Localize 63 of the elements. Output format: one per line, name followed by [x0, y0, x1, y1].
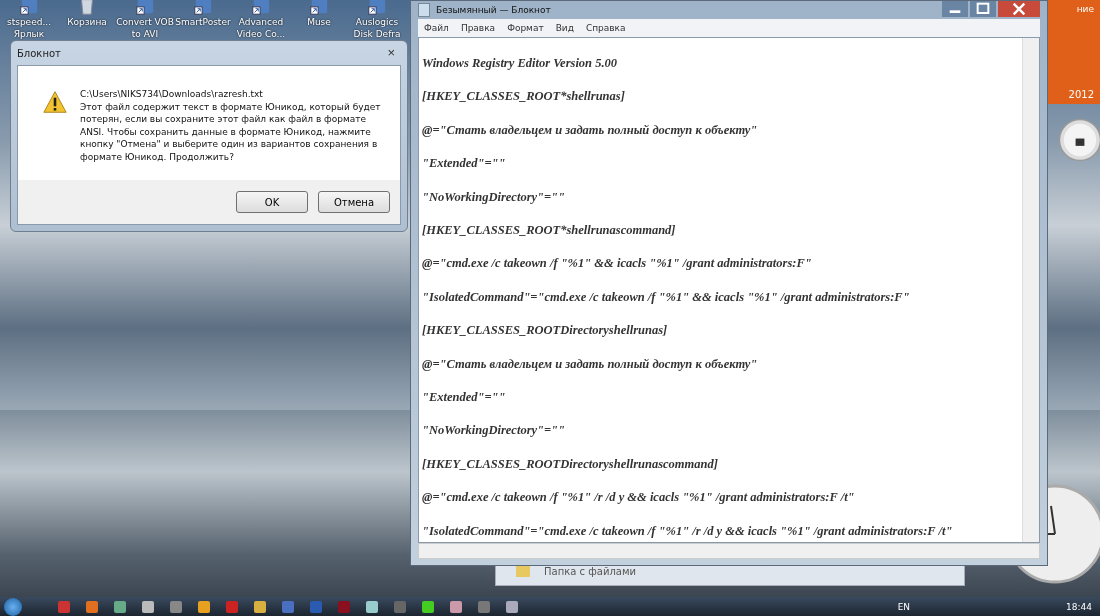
shortcut-icon[interactable]: [135, 0, 155, 16]
text-line: @="Стать владельцем и задать полный доступ к объекту": [422, 122, 759, 139]
menu-item[interactable]: Файл: [424, 23, 449, 33]
menu-item[interactable]: Справка: [585, 23, 626, 33]
text-line: @="Стать владельцем и задать полный доступ к объекту": [422, 356, 759, 373]
dialog-button[interactable]: OK: [236, 191, 308, 213]
app-icon[interactable]: [86, 600, 98, 613]
app-icon[interactable]: [450, 600, 462, 613]
text-line: [HKEY_CLASSES_ROOT*shellrunascommand]: [422, 223, 677, 239]
text-line: "NoWorkingDirectory"="": [422, 423, 566, 439]
dialog-button[interactable]: Отмена: [318, 191, 390, 213]
text-line: @="cmd.exe /c takeown /f "%1" && icacls "%1" /grant administrators:F": [422, 256, 813, 272]
minimize-icon[interactable]: [942, 1, 968, 17]
shortcut-icon[interactable]: [193, 0, 213, 16]
file-path: C:\Users\NIKS734\Downloads\razresh.txt: [80, 88, 264, 101]
close-icon[interactable]: [998, 1, 1040, 17]
text-line: "Extended"="": [422, 156, 507, 172]
desktop-icon-label[interactable]: Muse: [307, 16, 331, 28]
text-line: [HKEY_CLASSES_ROOTDirectoryshellrunascommand]: [422, 456, 719, 473]
vertical-scrollbar[interactable]: [1022, 38, 1039, 542]
text-line: [HKEY_CLASSES_ROOT*shellrunas]: [422, 89, 626, 105]
desktop-icon-label[interactable]: SmartPoster: [175, 16, 231, 28]
gadget-year: 2012: [1068, 89, 1094, 100]
text-line: "NoWorkingDirectory"="": [422, 189, 566, 206]
shortcut-icon[interactable]: [19, 0, 39, 16]
close-button[interactable]: ×: [381, 46, 401, 60]
shortcut-icon[interactable]: [367, 0, 387, 16]
folder-label[interactable]: Папка с файлами: [544, 566, 636, 577]
dialog-title: Блокнот: [17, 47, 61, 59]
shortcut-icon[interactable]: [251, 0, 271, 16]
shortcut-icon[interactable]: [309, 0, 329, 16]
app-icon[interactable]: [366, 600, 378, 613]
gadget-header: ние: [1076, 4, 1094, 14]
menu-item[interactable]: Вид: [555, 23, 574, 33]
horizontal-scrollbar[interactable]: [418, 543, 1040, 559]
menu-item[interactable]: Правка: [460, 23, 496, 33]
desktop-icon-label[interactable]: Advanced Video Co...: [236, 16, 286, 40]
desktop-icon-label[interactable]: Корзина: [67, 16, 107, 28]
app-icon[interactable]: [142, 600, 154, 613]
start-button[interactable]: [4, 597, 22, 616]
notepad-icon: [418, 3, 430, 17]
text-line: "IsolatedCommand"="cmd.exe /c takeown /f "%1" && icacls "%1" /grant administrators:F": [422, 289, 911, 306]
app-icon[interactable]: [506, 600, 518, 613]
window-title: Безымянный — Блокнот: [436, 5, 552, 15]
app-icon[interactable]: [170, 600, 182, 613]
text-line: "Extended"="": [422, 390, 507, 406]
dialog-message: Этот файл содержит текст в формате Юникод, который будет потерян, если вы сохраните этот файл как файл в формате ANSI. Чтобы сохранить данные в формате Юникод, нажмите кнопку "Отмена" и выберите один из вариантов сохранения в формате Юникод. Продолжить?: [80, 100, 382, 163]
clock-time[interactable]: 18:44: [1066, 601, 1092, 612]
desktop-icon-label[interactable]: Convert VOB to AVI: [116, 16, 174, 40]
text-line: "IsolatedCommand"="cmd.exe /c takeown /f "%1" /r /d y && icacls "%1" /grant administrators:F /t": [422, 523, 954, 540]
text-line: [HKEY_CLASSES_ROOTDirectoryshellrunas]: [422, 323, 669, 339]
app-icon[interactable]: [114, 600, 126, 613]
app-icon[interactable]: [422, 600, 434, 613]
desktop-icon-label[interactable]: Auslogics Disk Defra: [353, 16, 401, 40]
text-line: @="cmd.exe /c takeown /f "%1" /r /d y && icacls "%1" /grant administrators:F /t": [422, 490, 856, 506]
menu-item[interactable]: Формат: [507, 23, 544, 33]
app-icon[interactable]: [198, 600, 210, 613]
language-indicator[interactable]: EN: [897, 601, 911, 612]
desktop-icon-label[interactable]: stspeed... Ярлык: [7, 16, 51, 40]
warning-icon: [42, 90, 68, 114]
maximize-icon[interactable]: [970, 1, 996, 17]
app-icon[interactable]: [254, 600, 266, 613]
text-line: Windows Registry Editor Version 5.00: [422, 56, 619, 72]
